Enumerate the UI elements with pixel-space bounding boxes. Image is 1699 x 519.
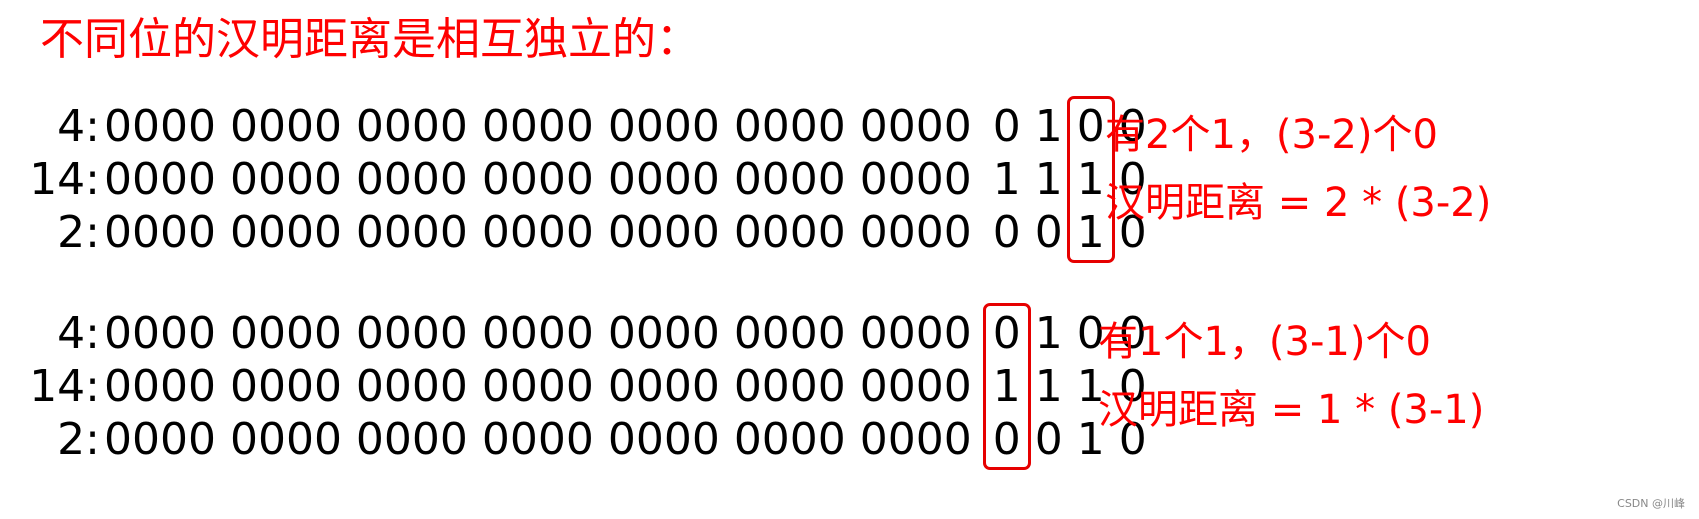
binary-prefix: 0000 0000 0000 0000 0000 0000 0000 bbox=[104, 414, 972, 465]
bit-digit: 0 bbox=[992, 101, 1021, 152]
bit-digit: 0 bbox=[992, 207, 1021, 258]
bit-digit: 1 bbox=[1034, 308, 1063, 359]
row-label: 4: bbox=[57, 101, 100, 152]
row-label: 4: bbox=[57, 308, 100, 359]
binary-row-14: 14: 0000 0000 0000 0000 0000 0000 0000 1… bbox=[0, 153, 1160, 206]
bit-digit: 1 bbox=[992, 154, 1021, 205]
binary-bits: 0000 0000 0000 0000 0000 0000 0000 0010 bbox=[104, 206, 1154, 259]
one-zero-count-note: 有2个1，(3-2)个0 bbox=[1105, 112, 1438, 158]
binary-row-4: 4: 0000 0000 0000 0000 0000 0000 0000 01… bbox=[0, 100, 1160, 153]
row-label: 14: bbox=[29, 361, 100, 412]
page-title: 不同位的汉明距离是相互独立的： bbox=[40, 14, 700, 65]
bit-comparison-group-1: 4: 0000 0000 0000 0000 0000 0000 0000 01… bbox=[0, 100, 1160, 259]
row-label: 14: bbox=[29, 154, 100, 205]
hamming-distance-note: 汉明距离 = 2 * (3-2) bbox=[1105, 180, 1492, 226]
bit-digit: 0 bbox=[1034, 207, 1063, 258]
binary-prefix: 0000 0000 0000 0000 0000 0000 0000 bbox=[104, 207, 972, 258]
highlight-column-box bbox=[982, 303, 1031, 470]
bit-digit: 1 bbox=[1034, 101, 1063, 152]
binary-bits: 0000 0000 0000 0000 0000 0000 0000 0100 bbox=[104, 100, 1154, 153]
binary-prefix: 0000 0000 0000 0000 0000 0000 0000 bbox=[104, 308, 972, 359]
row-label: 2: bbox=[57, 414, 100, 465]
one-zero-count-note: 有1个1，(3-1)个0 bbox=[1098, 319, 1431, 365]
binary-prefix: 0000 0000 0000 0000 0000 0000 0000 bbox=[104, 101, 972, 152]
csdn-watermark: CSDN @川峰 bbox=[1617, 497, 1685, 510]
hamming-distance-note: 汉明距离 = 1 * (3-1) bbox=[1098, 387, 1485, 433]
binary-prefix: 0000 0000 0000 0000 0000 0000 0000 bbox=[104, 361, 972, 412]
binary-prefix: 0000 0000 0000 0000 0000 0000 0000 bbox=[104, 154, 972, 205]
row-label: 2: bbox=[57, 207, 100, 258]
bit-digit: 1 bbox=[1034, 154, 1063, 205]
binary-row-2: 2: 0000 0000 0000 0000 0000 0000 0000 00… bbox=[0, 206, 1160, 259]
bit-digit: 1 bbox=[1034, 361, 1063, 412]
binary-bits: 0000 0000 0000 0000 0000 0000 0000 1110 bbox=[104, 153, 1154, 206]
bit-digit: 0 bbox=[1034, 414, 1063, 465]
